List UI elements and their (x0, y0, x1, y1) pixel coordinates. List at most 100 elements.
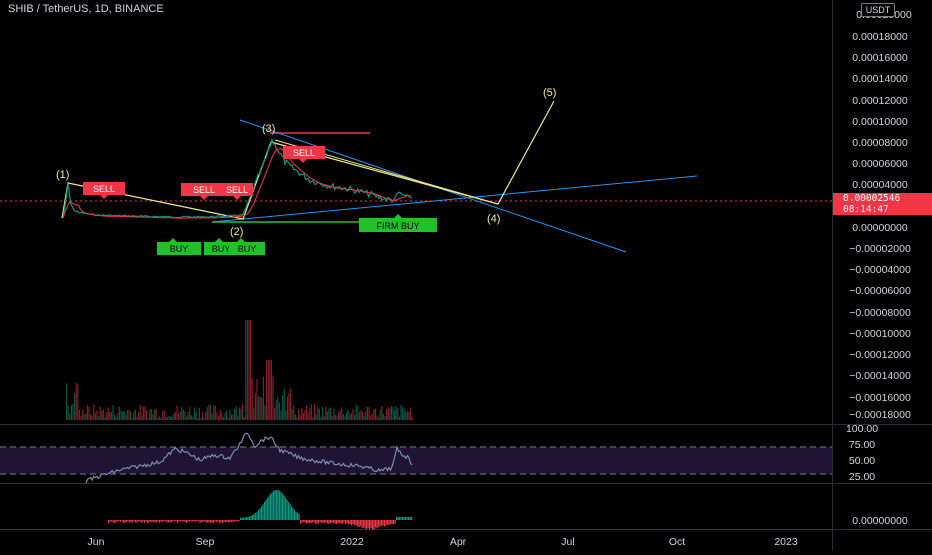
svg-text:SELL: SELL (226, 185, 248, 195)
time-axis-label: Oct (669, 536, 685, 548)
time-axis-label: Sep (196, 536, 215, 548)
volume-bar (90, 414, 92, 420)
macd-bar (118, 520, 120, 522)
volume-bar (283, 389, 285, 420)
volume-bar (91, 416, 93, 420)
macd-bar (307, 520, 309, 524)
macd-bar (121, 520, 123, 522)
price-axis-label: 0.00008000 (852, 137, 908, 149)
volume-bar (187, 412, 189, 420)
volume-bar (155, 408, 157, 420)
wave-label-1[interactable]: (1) (56, 169, 69, 181)
macd-bar (241, 517, 243, 520)
macd-bar (363, 520, 365, 528)
macd-bar (253, 514, 255, 520)
trendline-blue-up[interactable] (211, 175, 698, 223)
macd-bar (387, 520, 389, 525)
volume-bar (256, 379, 258, 420)
macd-bar (334, 520, 336, 524)
volume-bar (221, 413, 223, 420)
chart-svg[interactable]: (1) (2) (3) (4) (5) SELL SELL SELL SELL … (0, 0, 932, 550)
price-axis[interactable]: 0.00020000 0.00018000 0.00016000 0.00014… (849, 9, 912, 421)
volume-bar (259, 396, 261, 420)
firm-buy-label[interactable]: FIRM BUY (359, 214, 437, 232)
rsi-axis[interactable]: 100.00 75.00 50.00 25.00 (846, 423, 878, 483)
price-series[interactable] (62, 137, 413, 219)
macd-bar (249, 516, 251, 520)
symbol-title[interactable]: SHIB / TetherUS, 1D, BINANCE (8, 3, 164, 15)
volume-bar (165, 416, 167, 420)
sell-label[interactable]: SELL (220, 183, 253, 200)
volume-bar (306, 405, 308, 420)
volume-bar (304, 409, 306, 420)
volume-bar (184, 411, 186, 420)
macd-bar (223, 520, 225, 522)
volume-bar (160, 417, 162, 420)
macd-bar (303, 520, 305, 523)
volume-bar (232, 414, 234, 420)
time-axis[interactable]: Jun Sep 2022 Apr Jul Oct 2023 (88, 536, 798, 548)
volume-bar (362, 412, 364, 420)
macd-bar (240, 517, 242, 520)
volume-bar (254, 393, 256, 420)
volume-bar (302, 413, 304, 420)
macd-bar (180, 520, 182, 521)
rsi-band (0, 447, 832, 474)
volume-bar (74, 393, 76, 420)
buy-label[interactable]: BUY (229, 238, 265, 255)
macd-bar (246, 517, 248, 520)
volume-bar (347, 409, 349, 420)
svg-text:SELL: SELL (93, 184, 115, 194)
sell-label[interactable]: SELL (83, 182, 125, 199)
macd-bar (322, 520, 324, 523)
macd-bar (250, 515, 252, 520)
volume-bar (371, 414, 373, 420)
volume-bar (408, 411, 410, 420)
volume-bar (392, 406, 394, 420)
macd-bar (400, 517, 402, 520)
price-axis-label: 0.00006000 (852, 158, 908, 170)
volume-bar (86, 405, 88, 420)
wave-label-5[interactable]: (5) (543, 87, 556, 99)
macd-bar (336, 520, 338, 524)
macd-bar (357, 520, 359, 527)
wave-label-4[interactable]: (4) (487, 213, 500, 225)
volume-bar (334, 415, 336, 420)
volume-bar (181, 407, 183, 420)
macd-bar (343, 520, 345, 523)
macd-bar (372, 520, 374, 530)
macd-bar (144, 520, 146, 523)
price-axis-label: −0.00006000 (849, 285, 911, 297)
time-axis-label: 2023 (774, 536, 798, 548)
macd-bar (171, 520, 173, 523)
macd-bar (111, 520, 113, 521)
sell-label[interactable]: SELL (283, 146, 325, 163)
macd-bar (355, 520, 357, 526)
macd-bar (151, 520, 153, 523)
volume-bar (237, 416, 239, 420)
price-axis-label: −0.00018000 (849, 409, 911, 421)
currency-badge[interactable]: USDT (861, 3, 895, 17)
volume-bar (384, 416, 386, 420)
volume-bar (128, 409, 130, 420)
volume-bar (390, 406, 392, 420)
price-axis-label: 0.00012000 (852, 95, 908, 107)
volume-bar (323, 416, 325, 420)
buy-label[interactable]: BUY (157, 238, 201, 255)
price-axis-label: 0.00010000 (852, 116, 908, 128)
macd-bar (403, 517, 405, 520)
volume-bar (349, 414, 351, 420)
macd-bar (231, 520, 233, 522)
wave-label-2[interactable]: (2) (230, 226, 243, 238)
macd-bar (369, 520, 371, 530)
macd-bar (255, 513, 257, 520)
macd-bar (237, 520, 239, 522)
volume-bar (366, 406, 368, 420)
volume-bar (370, 416, 372, 420)
volume-bar (227, 417, 229, 420)
macd-bar (309, 520, 311, 523)
volume-bar (106, 412, 108, 420)
chart-canvas[interactable]: (1) (2) (3) (4) (5) SELL SELL SELL SELL … (0, 0, 932, 550)
wave-label-3[interactable]: (3) (262, 123, 275, 135)
macd-bar (354, 520, 356, 525)
